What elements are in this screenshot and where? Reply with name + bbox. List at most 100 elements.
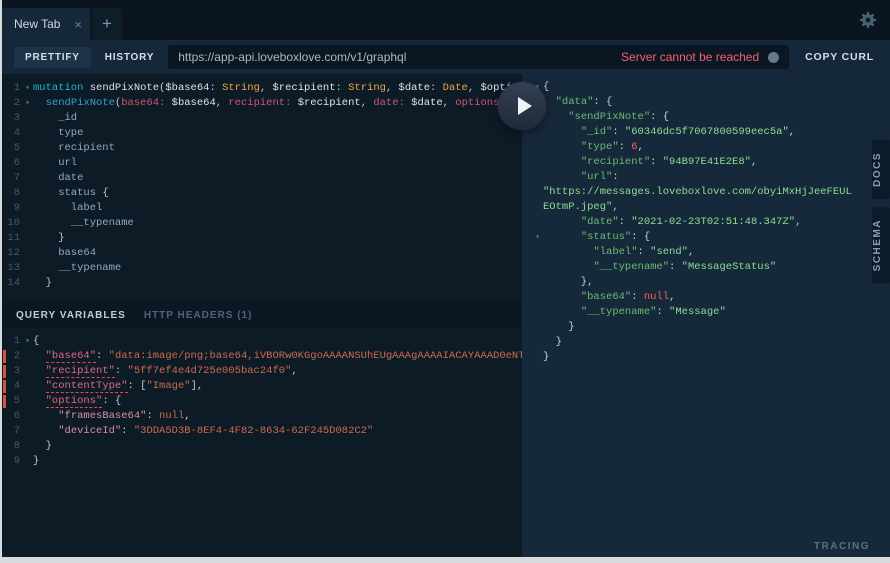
code-text: sendPixNote(base64: $base64, recipient: …	[33, 96, 522, 111]
fold-spacer	[22, 364, 33, 379]
fold-spacer	[22, 276, 33, 291]
code-line: 9 label	[2, 201, 522, 216]
tracing-bar[interactable]: TRACING	[522, 535, 890, 557]
query-variables-editor[interactable]: 1▾{2 "base64": "data:image/png;base64,iV…	[2, 328, 522, 557]
code-line: "__typename": "MessageStatus"	[532, 260, 882, 275]
code-line: "_id": "60346dc5f7067800599eec5a",	[532, 125, 882, 140]
code-text: "label": "send",	[543, 245, 882, 260]
code-line: 7 "deviceId": "3DDA5D3B-8EF4-4F82-8634-6…	[2, 424, 522, 439]
code-text: EOtmP.jpeg",	[543, 200, 882, 215]
code-text: mutation sendPixNote($base64: String, $r…	[33, 81, 522, 96]
code-text: "__typename": "MessageStatus"	[543, 260, 882, 275]
code-text: base64	[33, 246, 522, 261]
code-text: }	[33, 454, 522, 469]
fold-arrow-icon[interactable]: ▾	[22, 96, 33, 111]
endpoint-url-input[interactable]	[178, 50, 612, 64]
play-icon	[518, 97, 532, 115]
prettify-button[interactable]: PRETTIFY	[14, 47, 91, 68]
line-number: 1	[2, 81, 22, 96]
line-number: 8	[2, 186, 22, 201]
close-icon[interactable]: ×	[74, 17, 82, 32]
code-text: }	[543, 320, 882, 335]
line-number: 9	[2, 201, 22, 216]
code-text: "data": {	[543, 95, 882, 110]
line-number: 14	[2, 276, 22, 291]
code-line: 11 }	[2, 231, 522, 246]
lint-marker	[3, 365, 6, 378]
history-button[interactable]: HISTORY	[103, 47, 157, 68]
code-line: 6 url	[2, 156, 522, 171]
server-status-text: Server cannot be reached	[621, 50, 759, 64]
fold-spacer	[532, 320, 543, 335]
line-number: 6	[2, 156, 22, 171]
fold-spacer	[532, 335, 543, 350]
lint-marker	[3, 380, 6, 393]
code-text: "contentType": ["Image"],	[33, 379, 522, 394]
copy-curl-button[interactable]: COPY CURL	[801, 51, 878, 63]
code-text: "url":	[543, 170, 882, 185]
line-number: 10	[2, 216, 22, 231]
code-line: EOtmP.jpeg",	[532, 200, 882, 215]
line-number: 4	[2, 126, 22, 141]
code-line: 2 "base64": "data:image/png;base64,iVBOR…	[2, 349, 522, 364]
playground-window: New Tab × + PRETTIFY HISTORY Se	[2, 0, 890, 557]
code-line: 1▾mutation sendPixNote($base64: String, …	[2, 81, 522, 96]
fold-spacer	[22, 246, 33, 261]
code-text: recipient	[33, 141, 522, 156]
query-editor[interactable]: 1▾mutation sendPixNote($base64: String, …	[2, 74, 522, 302]
code-text: date	[33, 171, 522, 186]
plus-icon: +	[102, 14, 112, 34]
code-line: 3 "recipient": "5ff7ef4e4d725e005bac24f0…	[2, 364, 522, 379]
fold-arrow-icon[interactable]: ▾	[22, 334, 33, 349]
fold-arrow-icon[interactable]: ▾	[532, 230, 543, 245]
code-line: 14 }	[2, 276, 522, 291]
variables-header: QUERY VARIABLES HTTP HEADERS (1)	[2, 302, 522, 328]
fold-spacer	[22, 454, 33, 469]
code-text: {	[543, 80, 882, 95]
code-line: }	[532, 335, 882, 350]
code-line: }	[532, 320, 882, 335]
tab-http-headers[interactable]: HTTP HEADERS (1)	[144, 310, 253, 321]
code-line: "url":	[532, 170, 882, 185]
code-line: ▾{	[532, 80, 882, 95]
fold-spacer	[532, 245, 543, 260]
fold-spacer	[532, 215, 543, 230]
fold-spacer	[22, 111, 33, 126]
fold-spacer	[22, 349, 33, 364]
side-tabs: DOCS SCHEMA	[872, 140, 890, 283]
line-number: 2	[2, 96, 22, 111]
code-line: "https://messages.loveboxlove.com/obyiMx…	[532, 185, 882, 200]
lint-marker	[3, 395, 6, 408]
side-tab-schema[interactable]: SCHEMA	[872, 207, 890, 283]
code-line: 8 }	[2, 439, 522, 454]
right-pane: ▾{▾ "data": {▾ "sendPixNote": { "_id": "…	[522, 74, 890, 557]
code-line: "base64": null,	[532, 290, 882, 305]
execute-query-button[interactable]	[498, 82, 546, 130]
tab-new-tab[interactable]: New Tab ×	[2, 8, 90, 40]
code-text: }	[33, 276, 522, 291]
code-line: }	[532, 350, 882, 365]
fold-spacer	[532, 125, 543, 140]
tab-query-variables[interactable]: QUERY VARIABLES	[16, 310, 126, 321]
code-text: "deviceId": "3DDA5D3B-8EF4-4F82-8634-62F…	[33, 424, 522, 439]
tab-title: New Tab	[14, 17, 66, 31]
code-line: 4 "contentType": ["Image"],	[2, 379, 522, 394]
main-area: 1▾mutation sendPixNote($base64: String, …	[2, 74, 890, 557]
code-text: "type": 6,	[543, 140, 882, 155]
code-text: "options": {	[33, 394, 522, 409]
line-number: 13	[2, 261, 22, 276]
fold-spacer	[532, 260, 543, 275]
new-tab-button[interactable]: +	[92, 8, 122, 40]
fold-spacer	[22, 171, 33, 186]
line-number: 9	[2, 454, 22, 469]
fold-arrow-icon[interactable]: ▾	[22, 81, 33, 96]
fold-spacer	[532, 170, 543, 185]
code-text: status {	[33, 186, 522, 201]
url-bar: Server cannot be reached	[168, 45, 789, 69]
fold-spacer	[22, 261, 33, 276]
side-tab-docs[interactable]: DOCS	[872, 140, 890, 199]
line-number: 12	[2, 246, 22, 261]
settings-button[interactable]	[859, 11, 877, 29]
fold-spacer	[532, 275, 543, 290]
fold-spacer	[22, 126, 33, 141]
